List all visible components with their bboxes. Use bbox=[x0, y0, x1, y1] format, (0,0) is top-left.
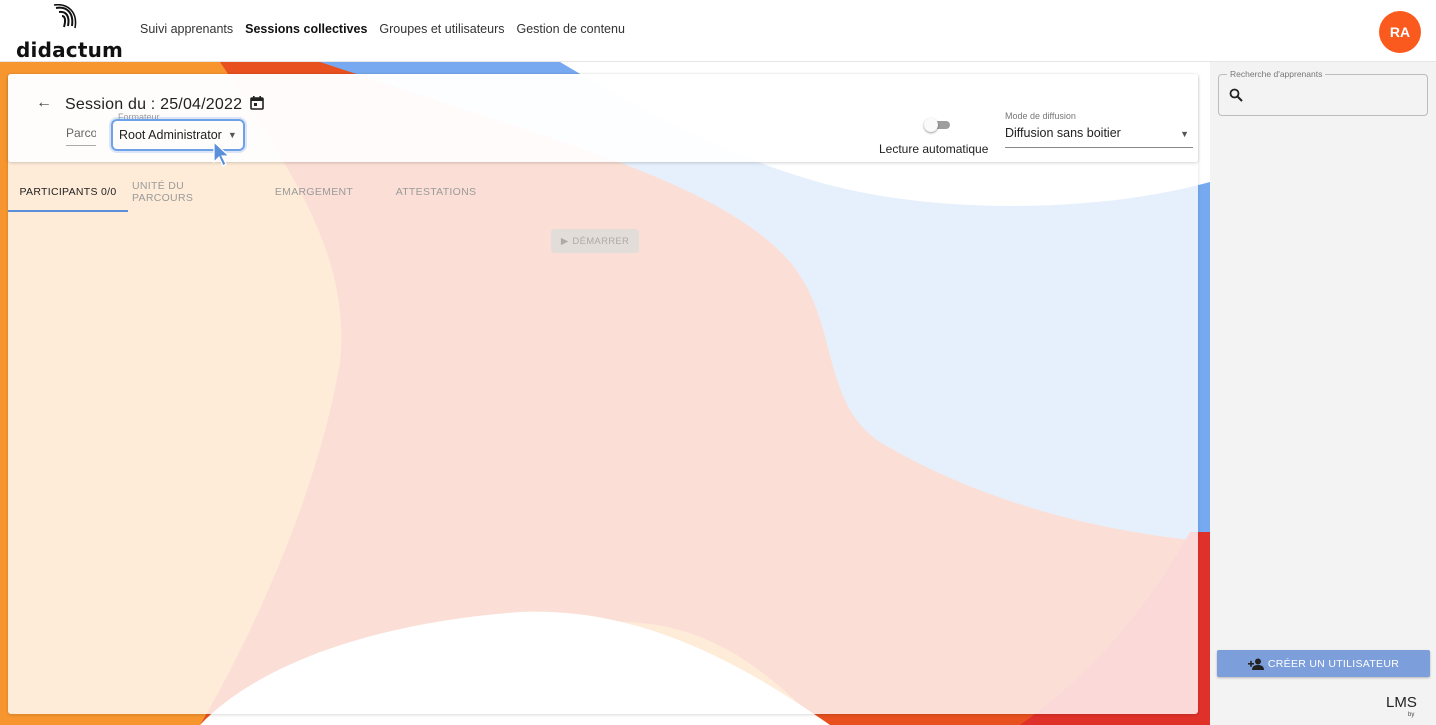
create-user-label: CRÉER UN UTILISATEUR bbox=[1267, 657, 1400, 670]
session-content-card bbox=[8, 74, 1198, 714]
tab-participants[interactable]: PARTICIPANTS 0/0 bbox=[8, 172, 128, 212]
mode-diffusion-value: Diffusion sans boitier bbox=[1005, 126, 1121, 140]
mouse-cursor-icon bbox=[213, 140, 231, 167]
back-arrow-icon[interactable]: ← bbox=[36, 94, 52, 112]
create-user-button[interactable]: CRÉER UN UTILISATEUR bbox=[1217, 650, 1430, 677]
dropdown-caret-icon: ▼ bbox=[1180, 129, 1189, 139]
session-workspace: ← Session du : 25/04/2022 Parcours Forma… bbox=[0, 62, 1210, 725]
active-tab-indicator bbox=[8, 210, 128, 212]
lms-brand-mark: LMS bbox=[1386, 694, 1417, 711]
auto-play-label: Lecture automatique bbox=[879, 142, 989, 156]
nav-suivi-apprenants[interactable]: Suivi apprenants bbox=[140, 22, 233, 36]
add-person-icon bbox=[1247, 658, 1264, 670]
user-avatar[interactable]: RA bbox=[1379, 11, 1421, 53]
main-nav: Suivi apprenants Sessions collectives Gr… bbox=[140, 22, 625, 36]
top-app-bar: didactum Suivi apprenants Sessions colle… bbox=[0, 0, 1436, 62]
session-header: ← Session du : 25/04/2022 Parcours Forma… bbox=[8, 74, 1198, 162]
didactum-logo[interactable]: didactum bbox=[16, 4, 126, 62]
nav-gestion-contenu[interactable]: Gestion de contenu bbox=[516, 22, 624, 36]
lms-brand-by: by bbox=[1408, 712, 1415, 718]
tab-unite-parcours[interactable]: UNITÉ DU PARCOURS bbox=[132, 172, 248, 212]
search-icon bbox=[1229, 88, 1243, 102]
search-legend: Recherche d'apprenants bbox=[1227, 69, 1326, 79]
fingerprint-logo-icon bbox=[53, 4, 77, 29]
tab-attestations[interactable]: ATTESTATIONS bbox=[388, 172, 484, 212]
formateur-value: Root Administrator bbox=[119, 128, 222, 142]
toggle-knob bbox=[924, 118, 938, 132]
tab-emargement[interactable]: EMARGEMENT bbox=[270, 172, 358, 212]
start-session-button[interactable]: ▶ DÉMARRER bbox=[551, 229, 639, 253]
calendar-icon[interactable] bbox=[250, 96, 264, 110]
start-button-label: DÉMARRER bbox=[572, 235, 630, 247]
nav-sessions-collectives[interactable]: Sessions collectives bbox=[245, 22, 367, 36]
session-tabs: PARTICIPANTS 0/0 UNITÉ DU PARCOURS EMARG… bbox=[8, 172, 1198, 212]
logo-text: didactum bbox=[16, 38, 124, 62]
play-icon: ▶ bbox=[560, 235, 569, 247]
dropdown-caret-icon: ▼ bbox=[227, 130, 237, 140]
learner-search-panel: Recherche d'apprenants CRÉER UN UTILISAT… bbox=[1210, 62, 1436, 725]
parcours-select[interactable]: Parcours bbox=[66, 126, 96, 146]
auto-play-toggle[interactable] bbox=[924, 118, 952, 132]
learner-search-input[interactable]: Recherche d'apprenants bbox=[1218, 69, 1428, 116]
mode-diffusion-select[interactable]: Diffusion sans boitier ▼ bbox=[1005, 126, 1193, 148]
mode-diffusion-label: Mode de diffusion bbox=[1005, 111, 1076, 121]
nav-groupes-utilisateurs[interactable]: Groupes et utilisateurs bbox=[379, 22, 504, 36]
